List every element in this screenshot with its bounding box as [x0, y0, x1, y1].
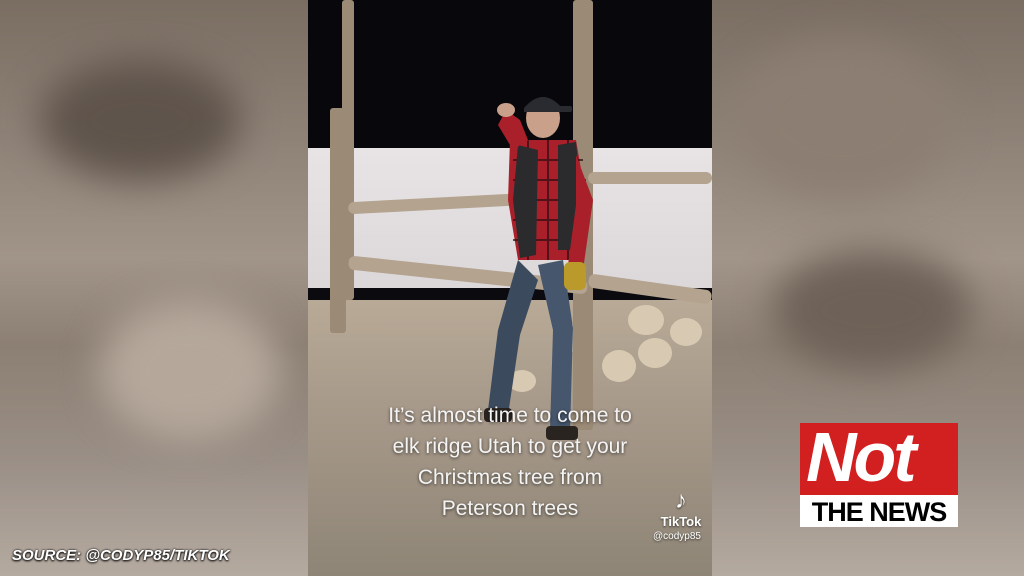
logo-red-banner: Not — [800, 423, 958, 495]
video-caption: It’s almost time to come to elk ridge Ut… — [308, 400, 712, 524]
rock — [628, 305, 664, 335]
not-the-news-logo: Not THE NEWS — [800, 423, 958, 527]
tiktok-note-icon: ♪ — [675, 487, 687, 514]
blurred-background-left — [0, 0, 308, 576]
tiktok-watermark: ♪ TikTok @codyp85 — [653, 487, 708, 543]
logo-the-news-text: THE NEWS — [811, 497, 948, 527]
tiktok-handle: @codyp85 — [653, 531, 701, 542]
fence-post — [342, 0, 354, 300]
rock — [638, 338, 672, 368]
caption-line: It’s almost time to come to — [388, 404, 632, 427]
rock — [670, 318, 702, 346]
caption-line: Peterson trees — [441, 497, 579, 520]
tiktok-name: TikTok — [660, 514, 702, 529]
caption-line: elk ridge Utah to get your — [392, 435, 628, 458]
video-frame: It’s almost time to come to elk ridge Ut… — [308, 0, 712, 576]
caption-line: Christmas tree from — [417, 466, 603, 489]
source-credit: SOURCE: @CODYP85/TIKTOK — [12, 547, 230, 564]
logo-not-text: Not — [806, 423, 917, 495]
